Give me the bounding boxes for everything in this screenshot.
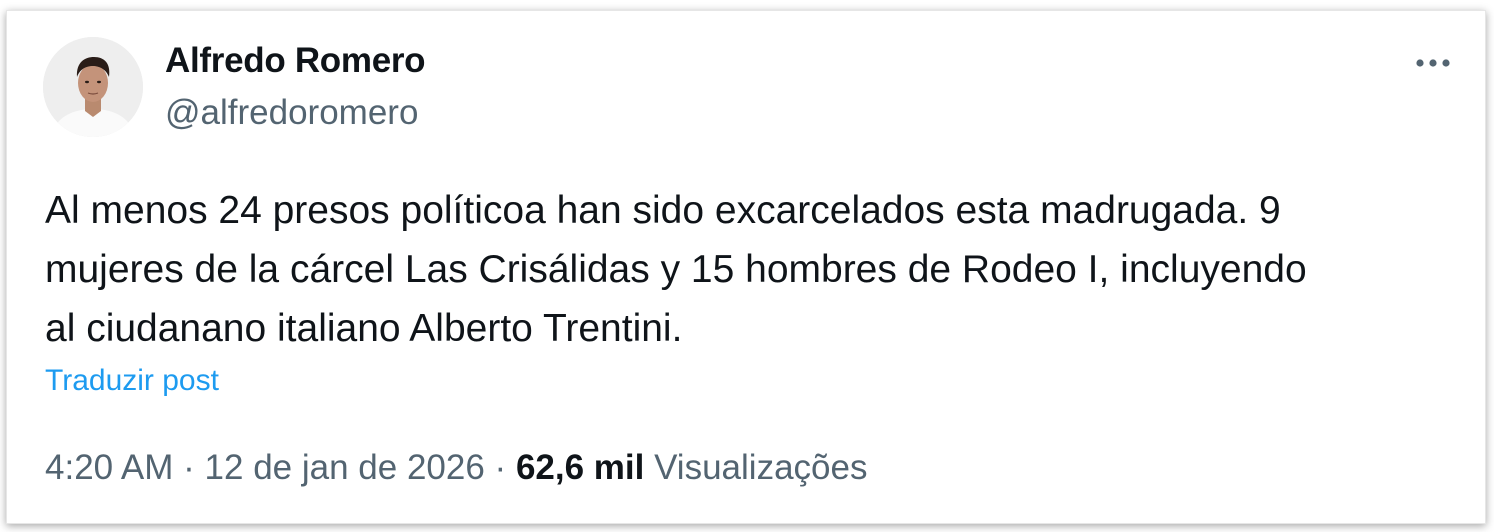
tweet-time[interactable]: 4:20 AM <box>45 448 173 487</box>
meta-separator: · <box>494 448 507 487</box>
avatar-portrait <box>43 37 143 137</box>
translate-post-link[interactable]: Traduzir post <box>45 364 219 398</box>
tweet-text-line: al ciudanano italiano Alberto Trentini. <box>45 307 683 350</box>
author-name[interactable]: Alfredo Romero <box>165 41 426 81</box>
avatar[interactable] <box>43 37 143 137</box>
tweet-date[interactable]: 12 de jan de 2026 <box>205 448 485 487</box>
more-horizontal-icon <box>1416 59 1450 67</box>
meta-separator: · <box>183 448 195 487</box>
tweet-text: Al menos 24 presos políticoa han sido ex… <box>45 181 1465 358</box>
tweet-card: Alfredo Romero @alfredoromero Al menos 2… <box>6 10 1486 524</box>
more-options-button[interactable] <box>1413 51 1453 75</box>
tweet-text-line: Al menos 24 presos políticoa han sido ex… <box>45 189 1281 232</box>
views-count[interactable]: 62,6 mil <box>516 448 644 487</box>
tweet-text-line: mujeres de la cárcel Las Crisálidas y 15… <box>45 248 1307 291</box>
author-handle[interactable]: @alfredoromero <box>165 93 418 133</box>
page: Alfredo Romero @alfredoromero Al menos 2… <box>0 0 1494 532</box>
views-label[interactable]: Visualizações <box>654 448 867 487</box>
tweet-meta: 4:20 AM · 12 de jan de 2026 · 62,6 mil V… <box>45 448 867 488</box>
